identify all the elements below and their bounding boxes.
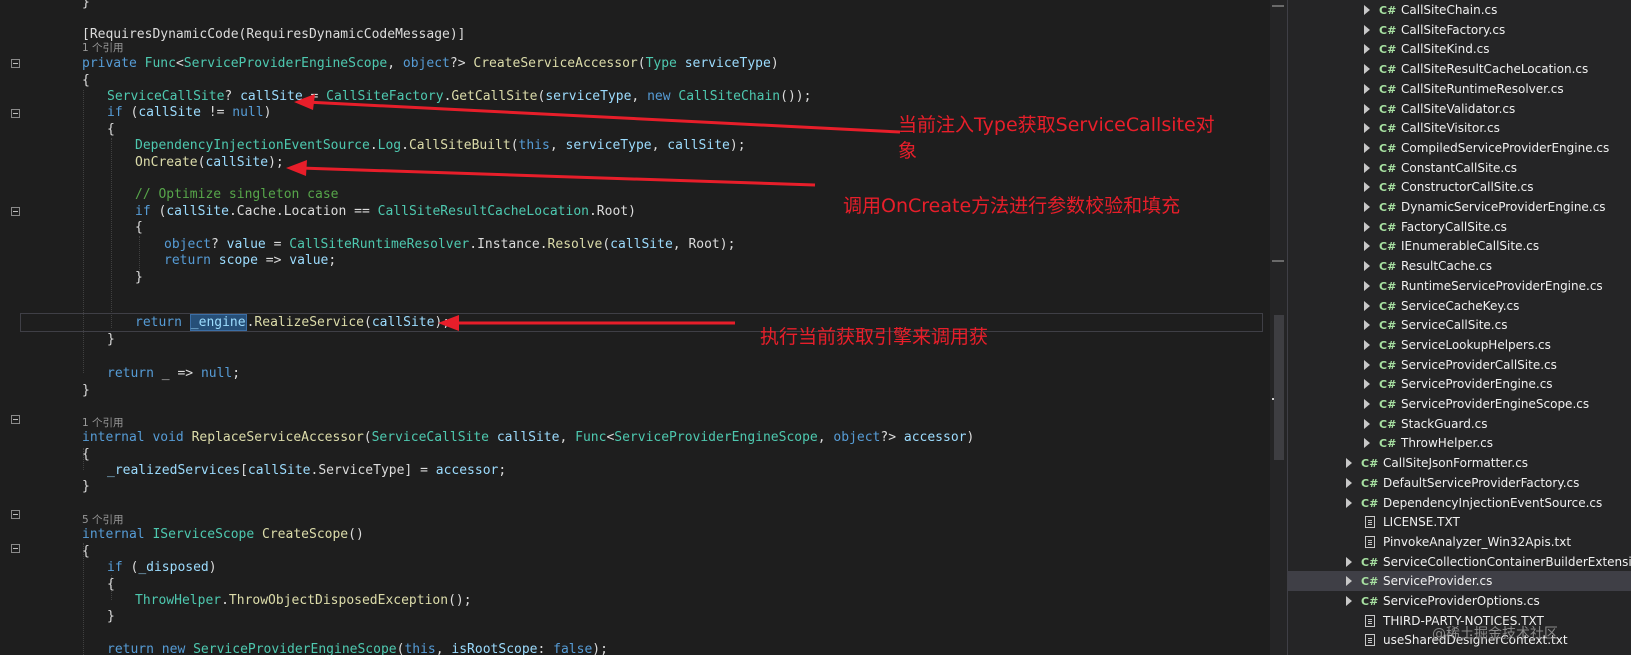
arrowhead-icon [286,160,307,176]
annotation-callsite: 当前注入Type获取ServiceCallsite对 象 [898,112,1215,164]
arrowhead-icon [294,94,315,110]
arrow-to-oncreate [299,166,816,187]
annotation-text: 象 [898,140,918,162]
watermark: @稀土掘金技术社区 [1432,626,1558,642]
arrow-to-callsite [305,100,901,134]
annotation-text: 当前注入Type获取ServiceCallsite对 [898,114,1215,136]
annotation-oncreate: 调用OnCreate方法进行参数校验和填充 [843,195,1181,217]
arrowhead-icon [438,315,459,331]
annotation-realize: 执行当前获取引擎来调用获 [760,326,989,348]
